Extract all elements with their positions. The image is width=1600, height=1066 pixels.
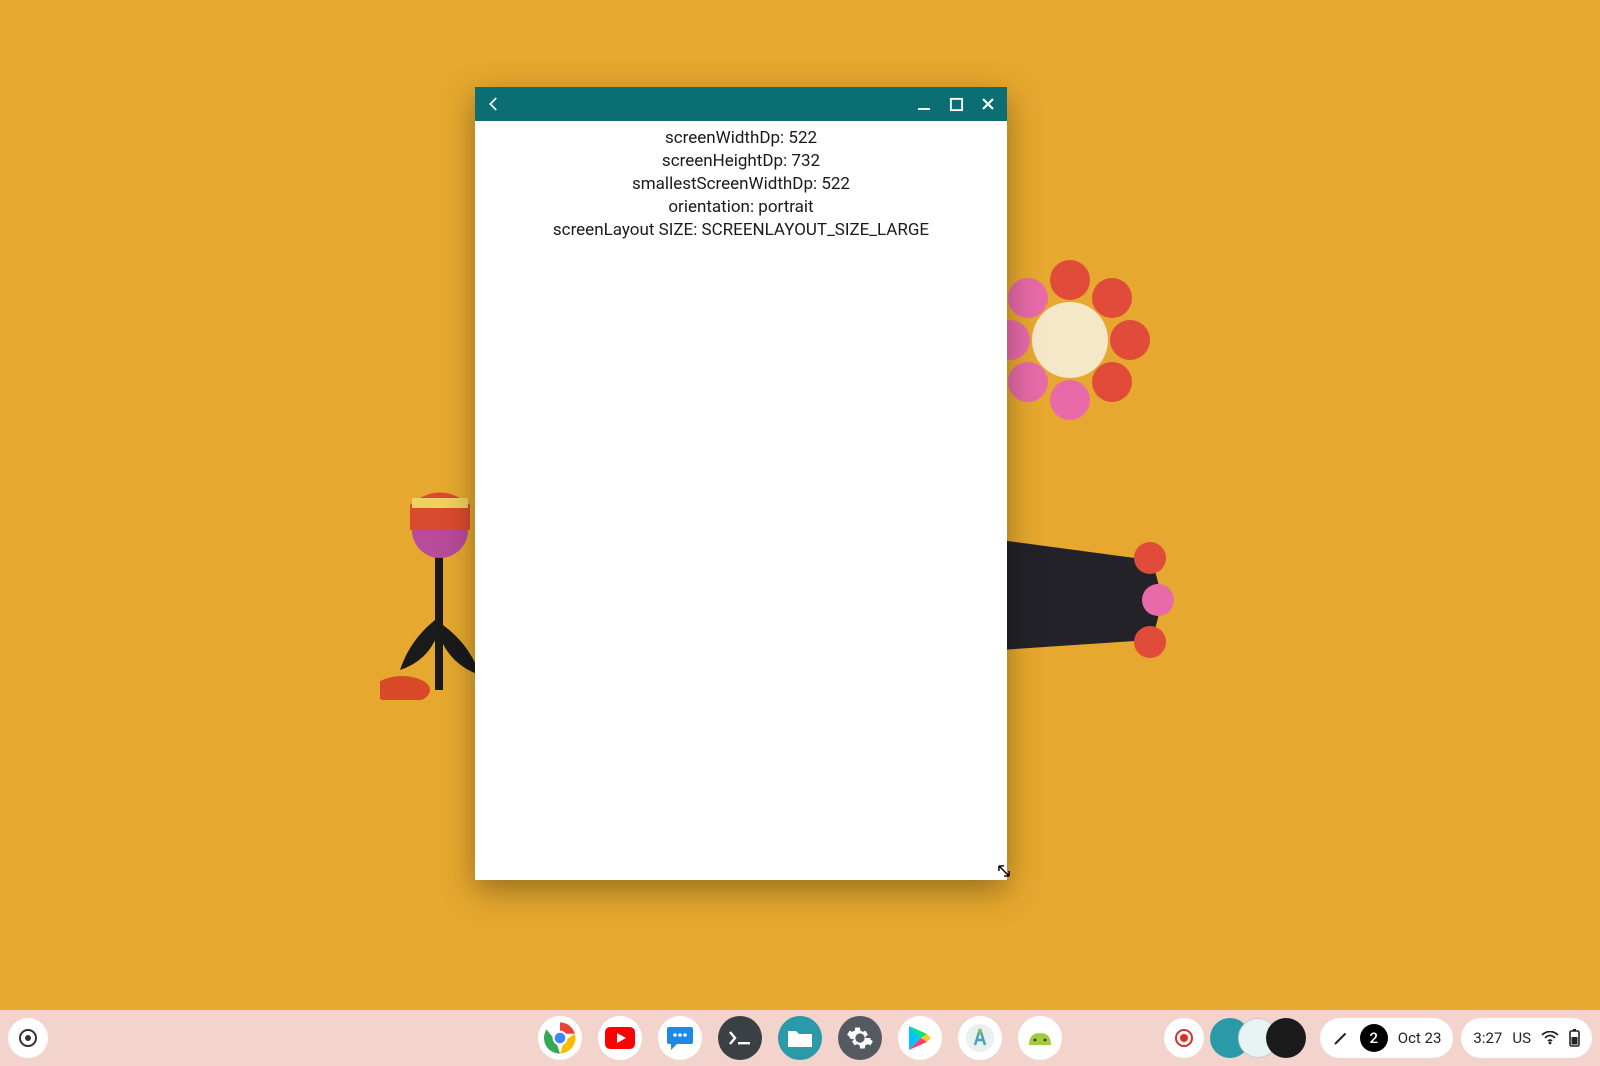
record-icon <box>1174 1028 1194 1048</box>
minimize-button[interactable] <box>915 95 933 113</box>
screen-height-line: screenHeightDp: 732 <box>475 150 1007 173</box>
screen-width-line: screenWidthDp: 522 <box>475 127 1007 150</box>
tray-icons <box>1164 1018 1312 1058</box>
chrome-icon <box>543 1021 577 1055</box>
status-date: Oct 23 <box>1398 1029 1442 1047</box>
shelf-app-android-studio[interactable] <box>958 1016 1002 1060</box>
shelf: 2 Oct 23 3:27 US <box>0 1010 1600 1066</box>
notification-count: 2 <box>1369 1029 1378 1047</box>
status-locale: US <box>1512 1029 1531 1047</box>
quick-settings-pill[interactable]: 2 Oct 23 <box>1320 1018 1454 1058</box>
android-studio-icon <box>965 1023 995 1053</box>
back-button[interactable] <box>485 95 503 113</box>
gear-icon <box>846 1024 874 1052</box>
tray-running-apps[interactable] <box>1210 1018 1306 1058</box>
close-icon <box>980 96 996 112</box>
shelf-app-messages[interactable] <box>658 1016 702 1060</box>
play-store-icon <box>907 1024 933 1052</box>
android-app-window: screenWidthDp: 522 screenHeightDp: 732 s… <box>475 87 1007 880</box>
pen-icon <box>1332 1029 1350 1047</box>
wifi-icon <box>1541 1031 1559 1045</box>
launcher-button[interactable] <box>8 1018 48 1058</box>
battery-icon <box>1569 1029 1580 1047</box>
shelf-app-icons <box>538 1016 1062 1060</box>
status-time: 3:27 <box>1473 1029 1502 1047</box>
youtube-icon <box>605 1027 635 1049</box>
notification-count-badge[interactable]: 2 <box>1360 1024 1388 1052</box>
terminal-icon <box>727 1028 753 1048</box>
shelf-app-terminal[interactable] <box>718 1016 762 1060</box>
wallpaper-flower-right <box>980 250 1160 430</box>
wallpaper-fan-shape <box>1000 540 1180 680</box>
shelf-app-files[interactable] <box>778 1016 822 1060</box>
tray-record-button[interactable] <box>1164 1018 1204 1058</box>
minimize-icon <box>916 96 932 112</box>
system-tray-pill[interactable]: 3:27 US <box>1461 1018 1592 1058</box>
status-area: 2 Oct 23 3:27 US <box>1164 1018 1592 1058</box>
app-content: screenWidthDp: 522 screenHeightDp: 732 s… <box>475 121 1007 880</box>
shelf-app-chrome[interactable] <box>538 1016 582 1060</box>
smallest-width-line: smallestScreenWidthDp: 522 <box>475 173 1007 196</box>
orientation-line: orientation: portrait <box>475 196 1007 219</box>
arrow-left-icon <box>485 95 503 113</box>
shelf-app-youtube[interactable] <box>598 1016 642 1060</box>
folder-icon <box>786 1027 814 1049</box>
shelf-app-play-store[interactable] <box>898 1016 942 1060</box>
window-titlebar <box>475 87 1007 121</box>
chat-bubble-icon <box>665 1023 695 1053</box>
close-button[interactable] <box>979 95 997 113</box>
shelf-app-emulator[interactable] <box>1018 1016 1062 1060</box>
shelf-app-settings[interactable] <box>838 1016 882 1060</box>
maximize-button[interactable] <box>947 95 965 113</box>
maximize-icon <box>949 97 964 112</box>
screen-layout-line: screenLayout SIZE: SCREENLAYOUT_SIZE_LAR… <box>475 219 1007 242</box>
launcher-icon <box>19 1029 37 1047</box>
android-icon <box>1025 1027 1055 1049</box>
